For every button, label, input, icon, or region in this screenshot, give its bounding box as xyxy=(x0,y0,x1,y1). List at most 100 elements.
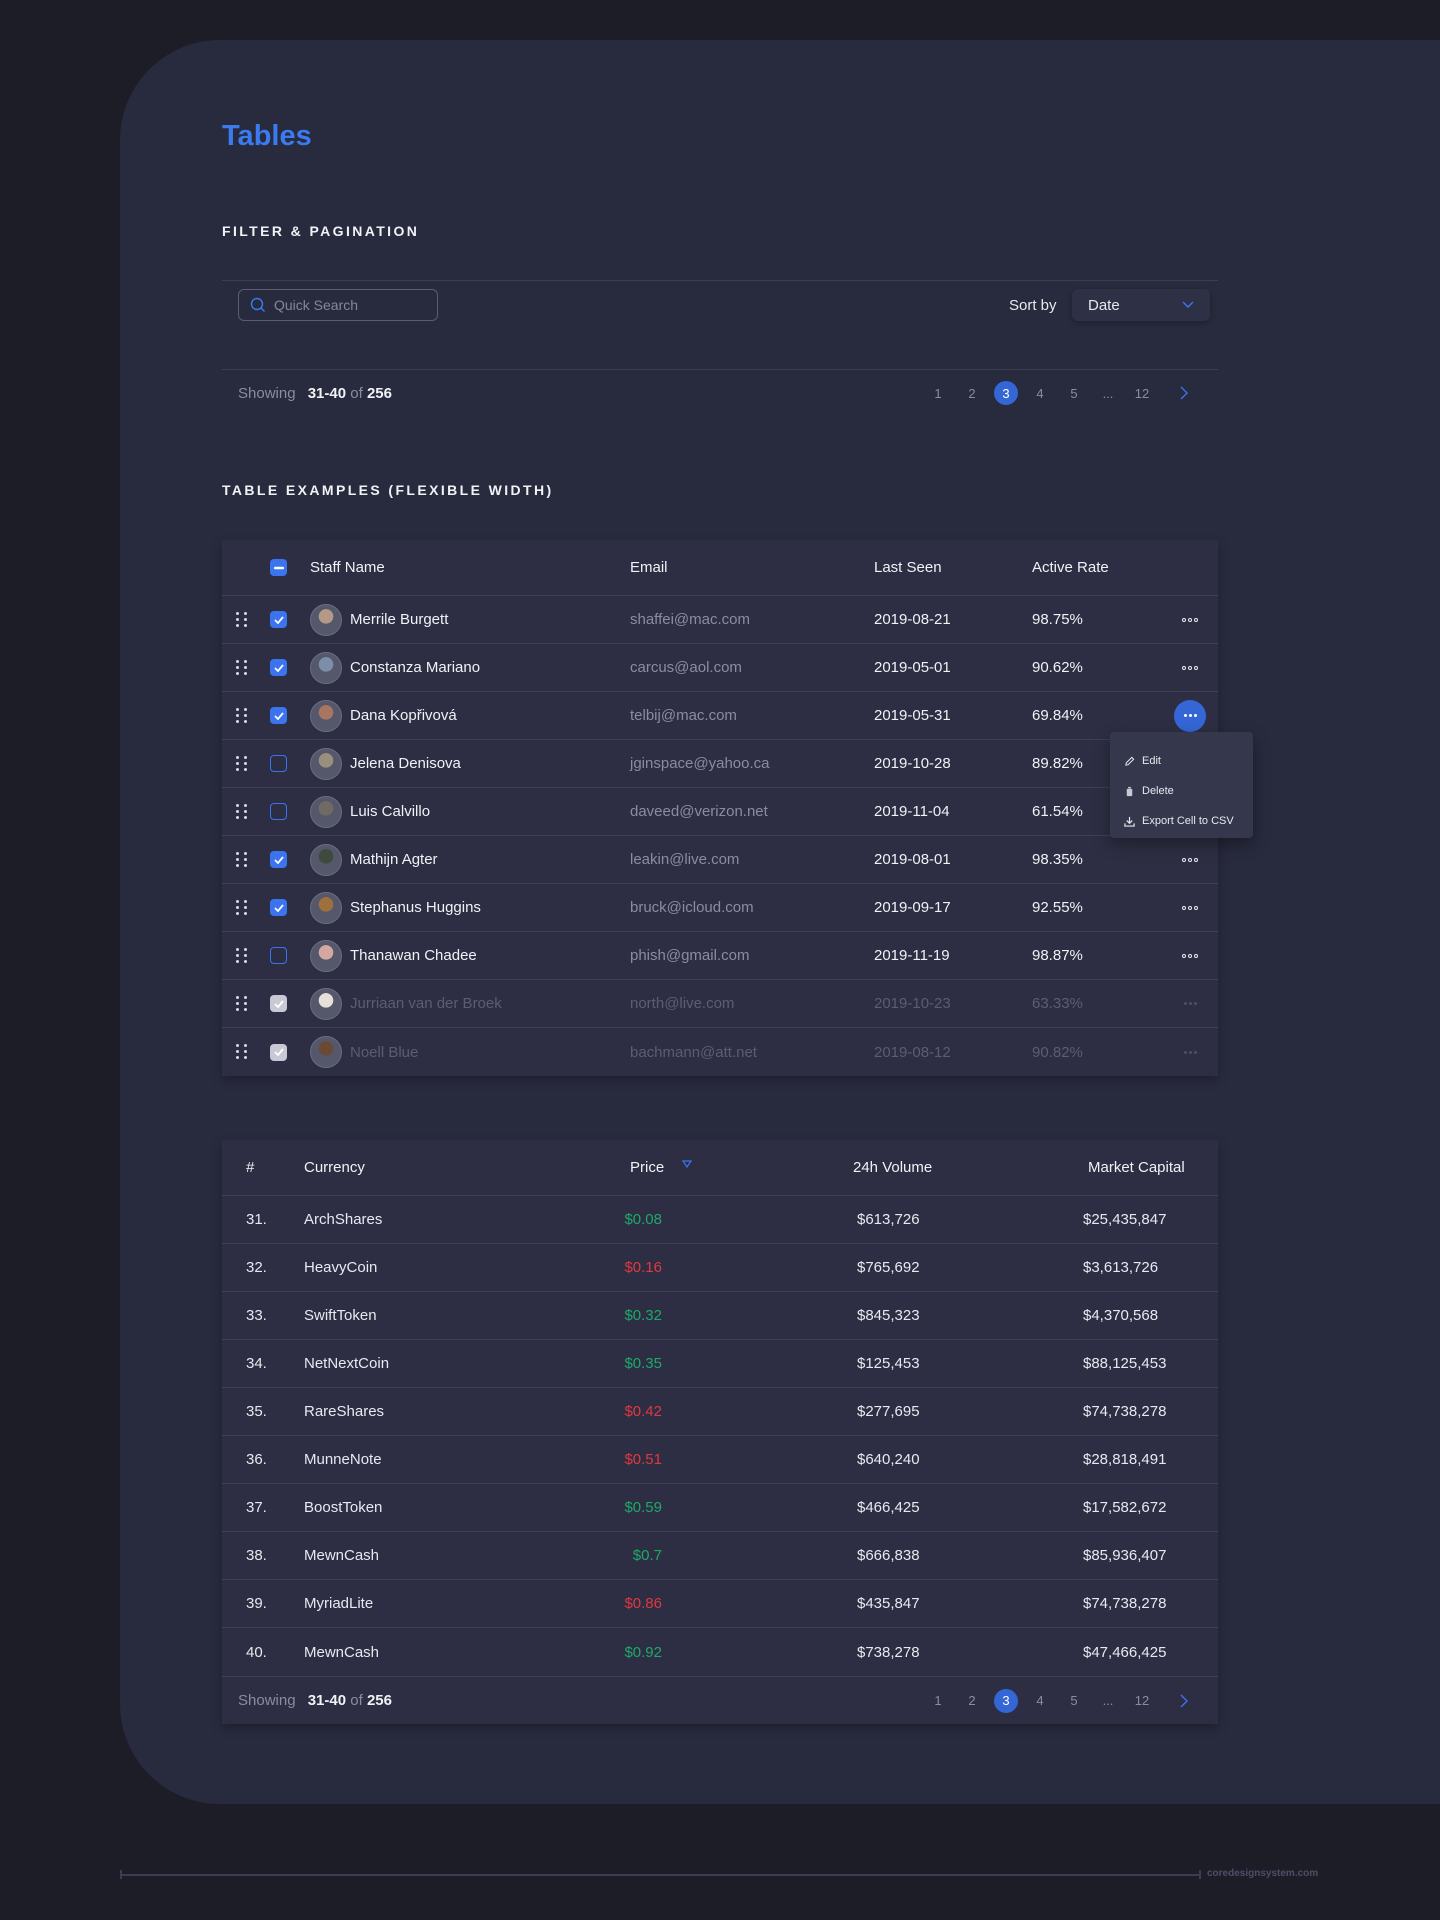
more-icon xyxy=(1183,714,1197,717)
row-checkbox[interactable] xyxy=(270,947,287,964)
row-actions-button[interactable] xyxy=(1174,604,1206,636)
rank: 38. xyxy=(246,1547,267,1564)
page-button[interactable]: 1 xyxy=(926,1689,950,1713)
price: $0.32 xyxy=(624,1307,662,1324)
sort-select[interactable]: Date xyxy=(1072,289,1210,321)
currency-row[interactable]: 40. MewnCash $0.92 $738,278 $47,466,425 xyxy=(222,1628,1218,1676)
next-page-button[interactable] xyxy=(1172,381,1196,405)
rank: 35. xyxy=(246,1403,267,1420)
col-rank[interactable]: # xyxy=(246,1159,254,1176)
staff-row[interactable]: Jurriaan van der Broek north@live.com 2019… xyxy=(222,980,1218,1028)
volume: $738,278 xyxy=(857,1643,920,1661)
page-button[interactable]: 3 xyxy=(994,1688,1018,1713)
row-checkbox[interactable] xyxy=(270,851,287,868)
search-field[interactable] xyxy=(238,289,438,321)
row-checkbox[interactable] xyxy=(270,803,287,820)
page-button[interactable]: 5 xyxy=(1062,381,1086,405)
row-checkbox[interactable] xyxy=(270,707,287,724)
col-active-rate[interactable]: Active Rate xyxy=(1032,559,1109,576)
row-actions-button xyxy=(1174,988,1206,1020)
showing-summary: Showing 31-40 of 256 xyxy=(238,385,392,402)
page-button[interactable]: 12 xyxy=(1130,381,1154,405)
currency-row[interactable]: 31. ArchShares $0.08 $613,726 $25,435,847 xyxy=(222,1196,1218,1244)
drag-handle-icon[interactable] xyxy=(236,1044,248,1060)
page-button[interactable]: 2 xyxy=(960,1689,984,1713)
col-market-cap[interactable]: Market Capital xyxy=(1088,1159,1228,1176)
volume: $435,847 xyxy=(857,1595,920,1612)
menu-item-edit[interactable]: Edit xyxy=(1110,746,1253,776)
drag-handle-icon[interactable] xyxy=(236,755,248,772)
avatar xyxy=(310,843,342,876)
drag-handle-icon[interactable] xyxy=(236,899,248,916)
next-page-button[interactable] xyxy=(1172,1689,1196,1713)
row-actions-button[interactable] xyxy=(1174,892,1206,924)
staff-row[interactable]: Mathijn Agter leakin@live.com 2019-08-01 98… xyxy=(222,836,1218,884)
staff-row[interactable]: Noell Blue bachmann@att.net 2019-08-12 90.8… xyxy=(222,1028,1218,1076)
col-currency[interactable]: Currency xyxy=(304,1159,365,1176)
row-actions-button[interactable] xyxy=(1174,652,1206,684)
pagination-top: Showing 31-40 of 256 1 2 3 4 5... 12 xyxy=(222,369,1218,417)
col-price[interactable]: Price xyxy=(630,1159,693,1176)
drag-handle-icon[interactable] xyxy=(236,611,248,628)
select-all-checkbox[interactable] xyxy=(270,559,287,576)
drag-handle-icon[interactable] xyxy=(236,995,248,1012)
page-button[interactable]: 5 xyxy=(1062,1689,1086,1713)
market-cap: $74,738,278 xyxy=(1083,1595,1167,1612)
drag-handle-icon[interactable] xyxy=(236,659,248,676)
search-input[interactable] xyxy=(274,297,424,313)
row-checkbox[interactable] xyxy=(270,659,287,676)
col-email[interactable]: Email xyxy=(630,559,668,576)
staff-row[interactable]: Jelena Denisova jginspace@yahoo.ca 2019-10… xyxy=(222,740,1218,788)
avatar xyxy=(310,651,342,684)
market-cap: $85,936,407 xyxy=(1083,1547,1167,1564)
page-button[interactable]: 1 xyxy=(926,381,950,405)
row-checkbox[interactable] xyxy=(270,611,287,628)
staff-row[interactable]: Thanawan Chadee phish@gmail.com 2019-11-19… xyxy=(222,932,1218,980)
currency-row[interactable]: 36. MunneNote $0.51 $640,240 $28,818,491 xyxy=(222,1436,1218,1484)
drag-handle-icon[interactable] xyxy=(236,851,248,868)
page-button[interactable]: 12 xyxy=(1130,1689,1154,1713)
currency-row[interactable]: 32. HeavyCoin $0.16 $765,692 $3,613,726 xyxy=(222,1244,1218,1292)
staff-row[interactable]: Luis Calvillo daveed@verizon.net 2019-11-0… xyxy=(222,788,1218,836)
currency-row[interactable]: 35. RareShares $0.42 $277,695 $74,738,278 xyxy=(222,1388,1218,1436)
currency-row[interactable]: 39. MyriadLite $0.86 $435,847 $74,738,278 xyxy=(222,1580,1218,1628)
staff-active-rate: 98.87% xyxy=(1032,947,1083,964)
menu-item-delete[interactable]: Delete xyxy=(1110,776,1253,806)
page-title: Tables xyxy=(222,120,312,152)
col-staff-name[interactable]: Staff Name xyxy=(310,559,385,576)
col-last-seen[interactable]: Last Seen xyxy=(874,559,942,576)
staff-row[interactable]: Dana Kopřivová telbij@mac.com 2019-05-31 69… xyxy=(222,692,1218,740)
col-volume[interactable]: 24h Volume xyxy=(853,1159,973,1176)
showing-total: 256 xyxy=(366,384,392,402)
check-icon xyxy=(273,855,284,864)
staff-active-rate: 92.55% xyxy=(1032,899,1083,916)
row-actions-button[interactable] xyxy=(1174,699,1206,732)
row-checkbox[interactable] xyxy=(270,899,287,916)
drag-handle-icon[interactable] xyxy=(236,803,248,820)
page-button[interactable]: 3 xyxy=(994,381,1018,405)
menu-item-export[interactable]: Export Cell to CSV xyxy=(1110,806,1253,836)
staff-email: telbij@mac.com xyxy=(630,707,737,724)
sort-label: Sort by xyxy=(1009,297,1057,314)
drag-handle-icon[interactable] xyxy=(236,947,248,964)
staff-active-rate: 63.33% xyxy=(1032,995,1083,1012)
currency-row[interactable]: 37. BoostToken $0.59 $466,425 $17,582,672 xyxy=(222,1484,1218,1532)
page-button[interactable]: 4 xyxy=(1028,381,1052,405)
currency-row[interactable]: 34. NetNextCoin $0.35 $125,453 $88,125,453 xyxy=(222,1340,1218,1388)
staff-row[interactable]: Constanza Mariano carcus@aol.com 2019-05-0… xyxy=(222,644,1218,692)
col-price-label: Price xyxy=(630,1159,665,1176)
page-list-bottom: 1 2 3 4 5... 12 xyxy=(916,1688,1196,1713)
staff-row[interactable]: Merrile Burgett shaffei@mac.com 2019-08-21… xyxy=(222,596,1218,644)
currency-row[interactable]: 33. SwiftToken $0.32 $845,323 $4,370,568 xyxy=(222,1292,1218,1340)
market-cap: $25,435,847 xyxy=(1083,1211,1167,1228)
row-checkbox[interactable] xyxy=(270,755,287,772)
footer-site-link[interactable]: coredesignsystem.com xyxy=(1207,1868,1318,1879)
page-button[interactable]: 4 xyxy=(1028,1689,1052,1713)
row-actions-button[interactable] xyxy=(1174,940,1206,972)
drag-handle-icon[interactable] xyxy=(236,707,248,724)
staff-row[interactable]: Stephanus Huggins bruck@icloud.com 2019-09… xyxy=(222,884,1218,932)
page-button[interactable]: 2 xyxy=(960,381,984,405)
row-actions-button[interactable] xyxy=(1174,844,1206,876)
currency-name: NetNextCoin xyxy=(304,1355,390,1372)
currency-row[interactable]: 38. MewnCash $0.7 $666,838 $85,936,407 xyxy=(222,1532,1218,1580)
